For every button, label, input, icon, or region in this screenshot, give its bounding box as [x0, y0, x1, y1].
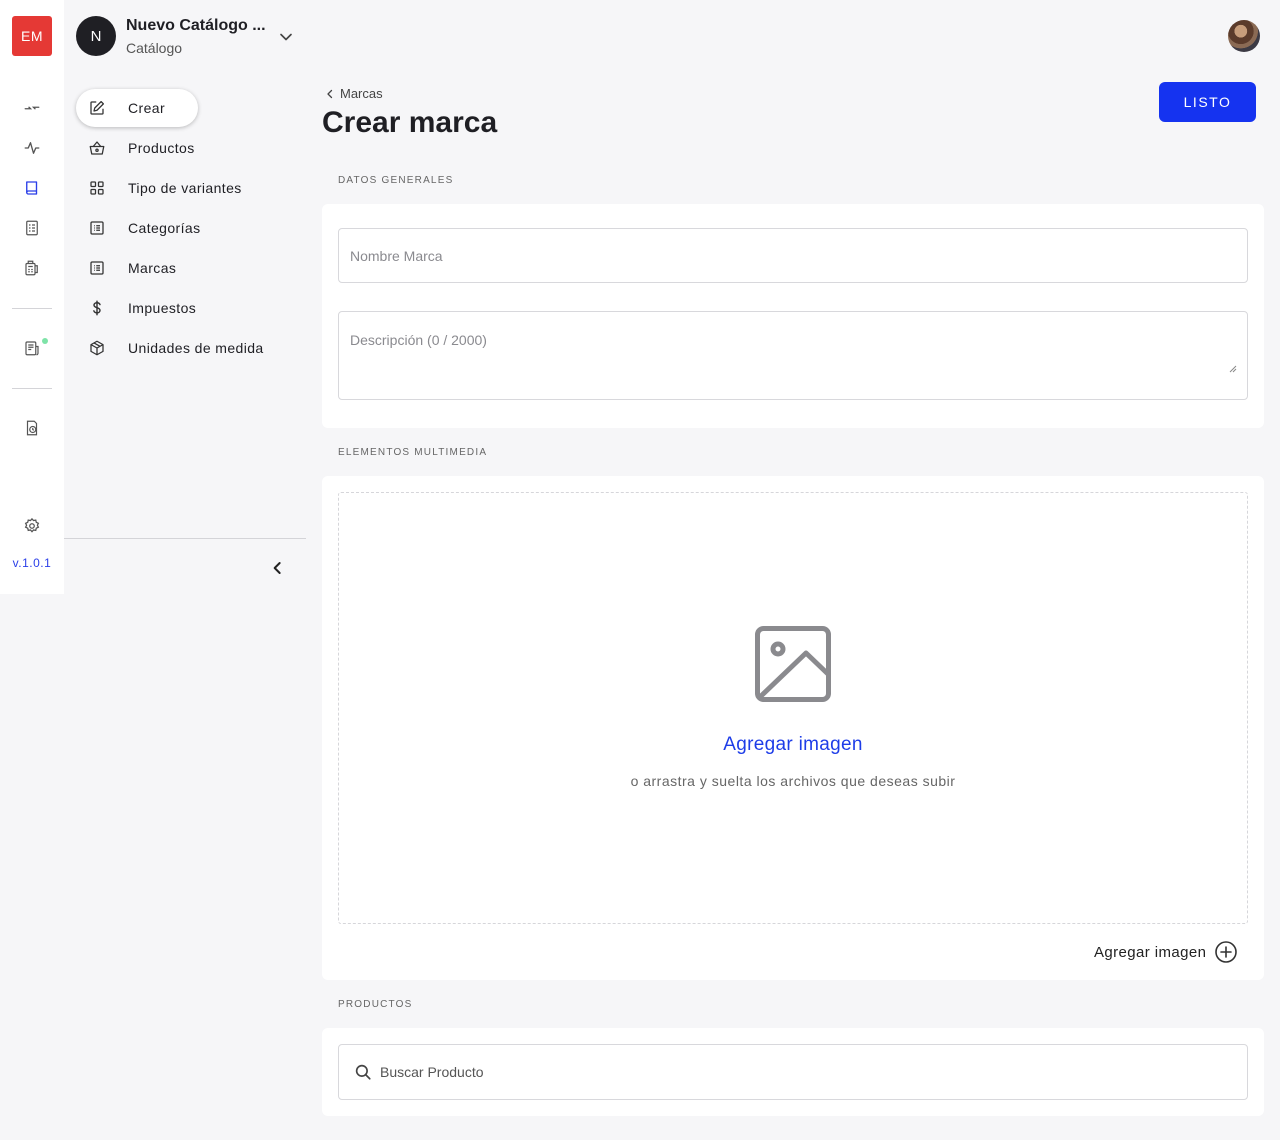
- collapse-sidebar-chevron-left-icon[interactable]: [268, 558, 288, 578]
- nav-item-label: Crear: [128, 100, 166, 116]
- description-field[interactable]: [338, 311, 1248, 400]
- image-dropzone[interactable]: [338, 492, 1248, 924]
- search-icon: [355, 1064, 371, 1080]
- product-search-field[interactable]: [338, 1044, 1248, 1100]
- nav-item-label: Tipo de variantes: [128, 180, 242, 196]
- nav-item-tipo-de-variantes[interactable]: Tipo de variantes: [76, 169, 298, 207]
- list-icon: [88, 259, 106, 277]
- nav-divider: [64, 538, 306, 539]
- nav-item-unidades-de-medida[interactable]: Unidades de medida: [76, 329, 298, 367]
- nav-item-label: Unidades de medida: [128, 340, 264, 356]
- brand-name-field[interactable]: [338, 228, 1248, 283]
- image-icon: [754, 625, 832, 703]
- catalog-nav: Crear Productos Tipo de variantes Catego…: [64, 0, 306, 594]
- nav-item-categorias[interactable]: Categorías: [76, 209, 298, 247]
- edit-icon: [88, 99, 106, 117]
- section-label-products: PRODUCTOS: [338, 999, 413, 1010]
- orders-icon[interactable]: [22, 338, 42, 358]
- version-label: v.1.0.1: [12, 556, 52, 570]
- grid-icon: [88, 179, 106, 197]
- brand-name-input[interactable]: [339, 247, 1247, 264]
- breadcrumb[interactable]: Marcas: [324, 86, 383, 101]
- drop-hint: o arrastra y suelta los archivos que des…: [630, 773, 956, 789]
- icon-rail: EM v.1.0.1: [0, 0, 64, 594]
- basket-icon: [88, 139, 106, 157]
- rail-divider: [12, 308, 52, 309]
- box-icon: [88, 339, 106, 357]
- notification-dot: [42, 338, 48, 344]
- reports-icon[interactable]: [22, 418, 42, 438]
- app-logo[interactable]: EM: [12, 16, 52, 56]
- pos-icon[interactable]: [22, 258, 42, 278]
- resize-grip-icon[interactable]: [1229, 365, 1237, 373]
- add-image-button-label: Agregar imagen: [1094, 943, 1207, 961]
- rail-divider: [12, 388, 52, 389]
- nav-item-marcas[interactable]: Marcas: [76, 249, 298, 287]
- section-label-media: ELEMENTOS MULTIMEDIA: [338, 447, 488, 458]
- plus-circle-icon: [1215, 941, 1238, 963]
- chevron-left-icon: [327, 89, 333, 98]
- book-icon[interactable]: [22, 178, 42, 198]
- product-search-input[interactable]: [380, 1064, 1240, 1080]
- nav-item-label: Productos: [128, 140, 195, 156]
- done-button[interactable]: LISTO: [1159, 82, 1256, 122]
- breadcrumb-link[interactable]: Marcas: [340, 86, 383, 101]
- transfer-icon[interactable]: [22, 98, 42, 118]
- add-image-button[interactable]: Agregar imagen: [1094, 940, 1238, 964]
- description-input[interactable]: [339, 312, 1247, 399]
- list-icon: [88, 219, 106, 237]
- nav-item-label: Impuestos: [128, 300, 197, 316]
- checklist-icon[interactable]: [22, 218, 42, 238]
- settings-icon[interactable]: [22, 516, 42, 536]
- nav-item-label: Marcas: [128, 260, 177, 276]
- user-avatar[interactable]: [1228, 20, 1260, 52]
- nav-item-impuestos[interactable]: Impuestos: [76, 289, 298, 327]
- nav-item-crear[interactable]: Crear: [76, 89, 198, 127]
- nav-item-productos[interactable]: Productos: [76, 129, 298, 167]
- activity-icon[interactable]: [22, 138, 42, 158]
- page-title: Crear marca: [322, 106, 498, 139]
- dollar-icon: [88, 299, 106, 317]
- nav-item-label: Categorías: [128, 220, 201, 236]
- add-image-link[interactable]: Agregar imagen: [338, 734, 1248, 756]
- section-label-general: DATOS GENERALES: [338, 175, 454, 186]
